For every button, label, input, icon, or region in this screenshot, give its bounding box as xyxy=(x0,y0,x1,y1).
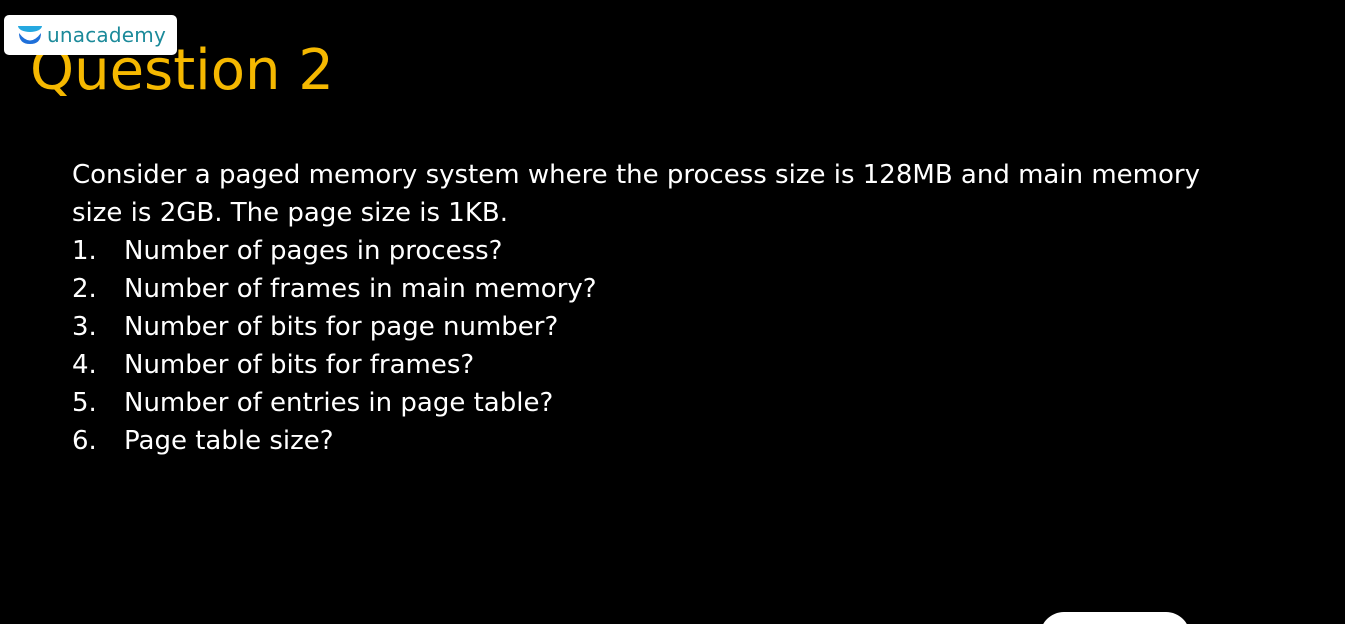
list-item: 3. Number of bits for page number? xyxy=(72,308,1252,346)
list-item: 2. Number of frames in main memory? xyxy=(72,270,1252,308)
logo-text: unacademy xyxy=(47,23,166,47)
question-body: Consider a paged memory system where the… xyxy=(72,156,1252,460)
unacademy-logo-icon xyxy=(16,24,44,46)
list-item: 4. Number of bits for frames? xyxy=(72,346,1252,384)
list-item-number: 6. xyxy=(72,426,97,456)
unacademy-logo: unacademy xyxy=(4,15,177,55)
list-item-text: Number of frames in main memory? xyxy=(124,274,597,304)
list-item-text: Number of pages in process? xyxy=(124,236,503,266)
slide: unacademy Question 2 Consider a paged me… xyxy=(0,0,1345,624)
list-item-text: Number of bits for page number? xyxy=(124,312,559,342)
question-list: 1. Number of pages in process? 2. Number… xyxy=(72,232,1252,460)
list-item: 6. Page table size? xyxy=(72,422,1252,460)
list-item-text: Number of entries in page table? xyxy=(124,388,554,418)
list-item: 5. Number of entries in page table? xyxy=(72,384,1252,422)
list-item-number: 4. xyxy=(72,350,97,380)
list-item: 1. Number of pages in process? xyxy=(72,232,1252,270)
list-item-text: Page table size? xyxy=(124,426,334,456)
question-intro: Consider a paged memory system where the… xyxy=(72,160,1200,228)
list-item-number: 5. xyxy=(72,388,97,418)
list-item-number: 1. xyxy=(72,236,97,266)
list-item-number: 2. xyxy=(72,274,97,304)
list-item-text: Number of bits for frames? xyxy=(124,350,475,380)
list-item-number: 3. xyxy=(72,312,97,342)
bottom-edge-strip xyxy=(0,624,1345,629)
